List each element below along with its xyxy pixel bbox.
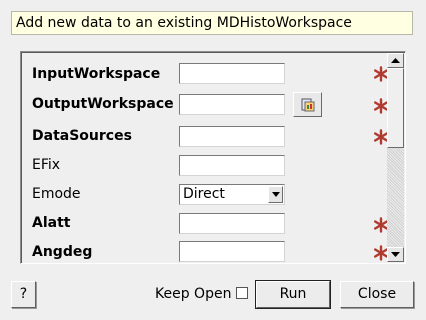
alatt-field[interactable] [179,213,285,234]
alatt-label: Alatt [32,215,71,231]
close-button[interactable]: Close [340,281,414,308]
algorithm-description: Add new data to an existing MDHistoWorks… [11,11,413,35]
efix-label: EFix [32,157,61,173]
emode-label: Emode [32,186,81,202]
output-workspace-label: OutputWorkspace [32,96,174,112]
arrow-down-icon [391,252,400,257]
emode-selected-value: Direct [183,186,225,202]
browse-workspace-button[interactable] [293,92,322,117]
arrow-up-icon [391,58,400,63]
help-button[interactable]: ? [11,281,36,308]
scrollbar-thumb[interactable] [387,68,404,148]
emode-select[interactable]: Direct [179,184,285,205]
chevron-down-icon [272,192,280,197]
keep-open-checkbox[interactable] [236,287,248,299]
run-button[interactable]: Run [255,280,331,309]
angdeg-label: Angdeg [32,244,93,260]
emode-dropdown-button[interactable] [268,186,283,203]
keep-open-label: Keep Open [155,286,232,302]
vertical-scrollbar[interactable] [387,53,404,262]
data-sources-field[interactable] [179,126,285,147]
properties-panel: InputWorkspace OutputWorkspace DataSourc… [20,51,406,264]
output-workspace-field[interactable] [179,94,285,115]
input-workspace-label: InputWorkspace [32,66,161,82]
angdeg-field[interactable] [179,241,285,262]
data-sources-label: DataSources [32,128,132,144]
scroll-down-button[interactable] [387,247,404,262]
workspace-icon [301,98,315,112]
scroll-up-button[interactable] [387,53,404,68]
input-workspace-field[interactable] [179,63,285,84]
efix-field[interactable] [179,155,285,176]
